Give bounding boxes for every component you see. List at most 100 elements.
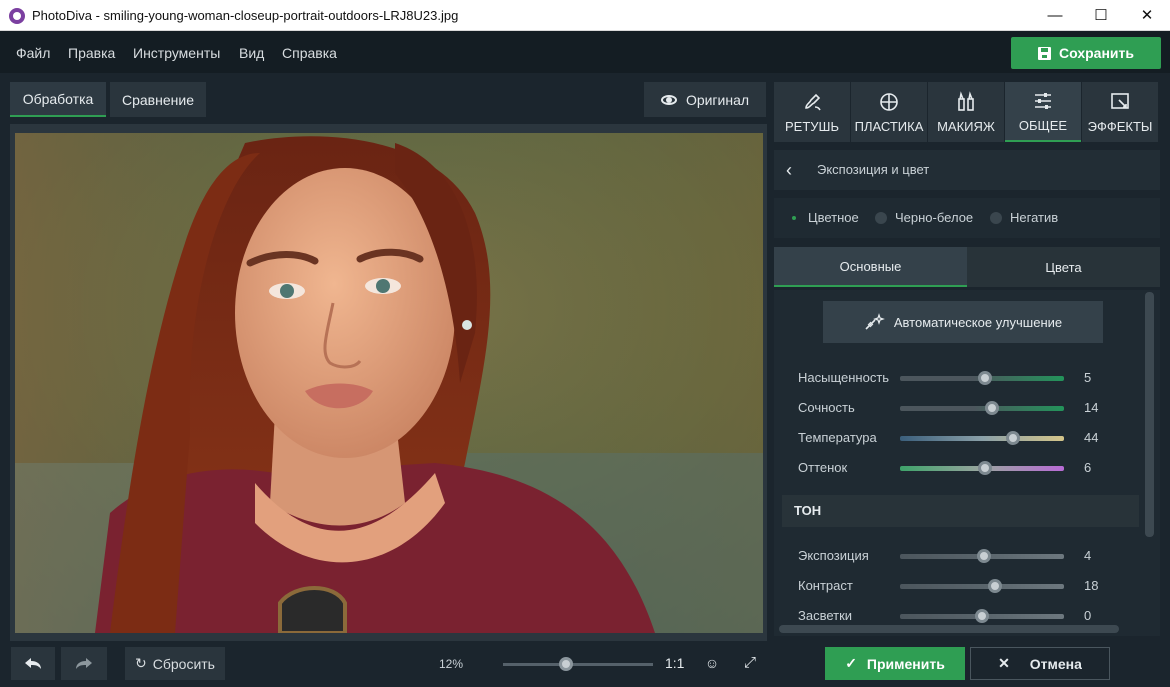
slider-contrast[interactable]: Контраст 18 <box>798 576 1118 596</box>
save-button-label: Сохранить <box>1059 45 1134 61</box>
slider-label: Контраст <box>798 578 853 593</box>
tab-makeup[interactable]: МАКИЯЖ <box>928 82 1004 142</box>
back-chevron-icon[interactable]: ‹ <box>786 160 792 180</box>
mode-bw-label: Черно-белое <box>895 210 974 225</box>
crosshair-icon <box>880 92 898 111</box>
slider-track[interactable] <box>900 609 1064 623</box>
slider-knob[interactable] <box>984 401 999 415</box>
radio-bw[interactable] <box>875 211 887 224</box>
checkmark-icon: ✓ <box>845 655 857 671</box>
slider-track[interactable] <box>900 461 1064 475</box>
menu-file[interactable]: Файл <box>16 45 50 61</box>
mode-negative-label: Негатив <box>1010 210 1059 225</box>
fullscreen-icon[interactable]: ⤢ <box>741 654 759 672</box>
save-button[interactable]: Сохранить <box>1011 37 1161 69</box>
portrait-photo <box>15 133 763 633</box>
slider-value: 44 <box>1084 430 1099 445</box>
photo-canvas[interactable] <box>15 133 763 633</box>
window-title: PhotoDiva - smiling-young-woman-closeup-… <box>32 8 459 23</box>
section-title: Экспозиция и цвет <box>817 162 930 177</box>
eye-icon <box>660 94 677 105</box>
tab-retouch[interactable]: РЕТУШЬ <box>774 82 850 142</box>
menu-edit[interactable]: Правка <box>68 45 115 61</box>
close-icon: ✕ <box>998 655 1010 671</box>
slider-tint[interactable]: Оттенок 6 <box>798 458 1118 478</box>
section-header: ‹ Экспозиция и цвет <box>774 150 1160 190</box>
zoom-slider[interactable] <box>503 657 653 671</box>
subtab-colors[interactable]: Цвета <box>967 247 1160 287</box>
auto-enhance-label: Автоматическое улучшение <box>893 314 1063 330</box>
slider-knob[interactable] <box>1006 431 1021 445</box>
tab-general-label: ОБЩЕЕ <box>1018 117 1068 133</box>
auto-enhance-button[interactable]: Автоматическое улучшение <box>823 301 1103 343</box>
slider-value: 6 <box>1084 460 1092 475</box>
slider-value: 0 <box>1084 608 1092 623</box>
redo-icon <box>76 657 92 669</box>
tone-heading: ТОН <box>794 503 822 518</box>
subtab-basic[interactable]: Основные <box>774 247 967 287</box>
zoom-slider-knob[interactable] <box>558 657 573 671</box>
tab-compare[interactable]: Сравнение <box>110 82 206 117</box>
slider-saturation[interactable]: Насыщенность 5 <box>798 368 1118 388</box>
slider-track[interactable] <box>900 579 1064 593</box>
tab-effects[interactable]: ЭФФЕКТЫ <box>1082 82 1158 142</box>
panel-horizontal-scrollbar[interactable] <box>779 625 1119 633</box>
slider-highlights[interactable]: Засветки 0 <box>798 606 1118 626</box>
menu-bar: Файл Правка Инструменты Вид Справка <box>0 31 1170 73</box>
cancel-button-label: Отмена <box>1029 655 1082 672</box>
slider-value: 4 <box>1084 548 1092 563</box>
slider-track[interactable] <box>900 371 1064 385</box>
tab-makeup-label: МАКИЯЖ <box>937 118 995 134</box>
close-window-button[interactable]: ✕ <box>1124 0 1170 31</box>
mode-color-label: Цветное <box>808 210 859 225</box>
sub-tabs: Основные Цвета <box>774 247 1160 287</box>
panel-vertical-scrollbar[interactable] <box>1145 292 1154 537</box>
original-button[interactable]: Оригинал <box>644 82 766 117</box>
redo-button[interactable] <box>61 647 107 680</box>
slider-vibrance[interactable]: Сочность 14 <box>798 398 1118 418</box>
slider-track[interactable] <box>900 549 1064 563</box>
slider-label: Засветки <box>798 608 853 623</box>
slider-label: Температура <box>798 430 877 445</box>
maximize-button[interactable]: ☐ <box>1078 0 1124 31</box>
face-detect-icon[interactable]: ☺ <box>704 655 720 671</box>
slider-knob[interactable] <box>976 549 991 563</box>
slider-value: 5 <box>1084 370 1092 385</box>
undo-button[interactable] <box>11 647 55 680</box>
title-bar: PhotoDiva - smiling-young-woman-closeup-… <box>0 0 1170 31</box>
menu-help[interactable]: Справка <box>282 45 337 61</box>
slider-label: Насыщенность <box>798 370 890 385</box>
magic-wand-icon <box>865 313 885 330</box>
radio-negative[interactable] <box>990 211 1002 224</box>
tab-general[interactable]: ОБЩЕЕ <box>1005 82 1081 142</box>
tab-process[interactable]: Обработка <box>10 82 106 117</box>
slider-knob[interactable] <box>975 609 989 623</box>
apply-button[interactable]: ✓ Применить <box>825 647 965 680</box>
menu-view[interactable]: Вид <box>239 45 264 61</box>
cancel-button[interactable]: ✕ Отмена <box>970 647 1110 680</box>
mode-color[interactable]: Цветное <box>788 210 859 225</box>
tab-plastic-label: ПЛАСТИКА <box>854 118 924 134</box>
radio-color[interactable] <box>788 212 800 224</box>
menu-tools[interactable]: Инструменты <box>133 45 220 61</box>
slider-exposure[interactable]: Экспозиция 4 <box>798 546 1118 566</box>
slider-track[interactable] <box>900 431 1064 445</box>
slider-knob[interactable] <box>978 371 993 385</box>
slider-label: Экспозиция <box>798 548 869 563</box>
slider-knob[interactable] <box>988 579 1003 593</box>
actual-size-button[interactable]: 1:1 <box>665 655 684 671</box>
mode-negative[interactable]: Негатив <box>990 210 1058 225</box>
slider-temperature[interactable]: Температура 44 <box>798 428 1118 448</box>
apply-button-label: Применить <box>866 655 945 672</box>
minimize-button[interactable]: — <box>1032 0 1078 31</box>
tab-plastic[interactable]: ПЛАСТИКА <box>851 82 927 142</box>
slider-knob[interactable] <box>978 461 993 475</box>
slider-track[interactable] <box>900 401 1064 415</box>
undo-icon <box>25 657 41 669</box>
mode-bw[interactable]: Черно-белое <box>875 210 973 225</box>
reset-button-label: Сбросить <box>152 655 215 672</box>
adjustments-panel: Автоматическое улучшение Насыщенность 5 … <box>774 290 1160 636</box>
tool-tabs: РЕТУШЬ ПЛАСТИКА МАКИЯЖ ОБЩЕЕ ЭФФЕКТЫ <box>774 82 1160 142</box>
original-button-label: Оригинал <box>685 91 750 108</box>
reset-button[interactable]: ↻ Сбросить <box>125 647 225 680</box>
